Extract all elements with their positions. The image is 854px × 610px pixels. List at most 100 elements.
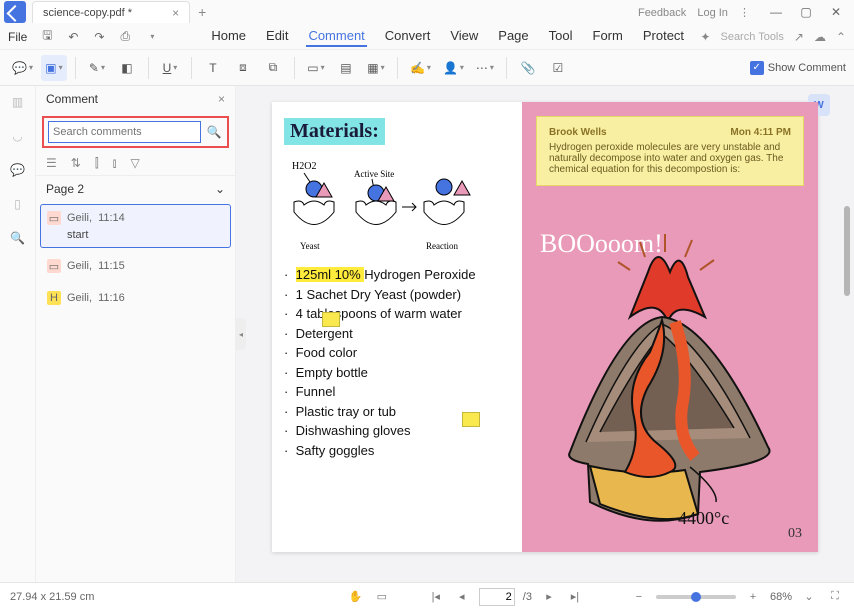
- note-tool[interactable]: 💬: [8, 55, 37, 81]
- last-page-button[interactable]: ▸|: [566, 588, 584, 606]
- thumbnail-icon[interactable]: ▥: [8, 92, 28, 112]
- tab-form[interactable]: Form: [591, 26, 625, 47]
- page-left: Materials: H2O2 Active Site: [272, 102, 522, 552]
- materials-heading: Materials:: [284, 118, 385, 145]
- page-total: /3: [523, 591, 532, 603]
- measure-tool[interactable]: ▦: [363, 55, 389, 81]
- page-dimensions: 27.94 x 21.59 cm: [10, 591, 94, 603]
- panel-close-icon[interactable]: ×: [218, 92, 225, 106]
- label-h2o2: H2O2: [292, 161, 316, 172]
- show-comment-checkbox[interactable]: ✓: [750, 61, 764, 75]
- expand-icon[interactable]: ⌃: [836, 30, 846, 44]
- login-link[interactable]: Log In: [697, 7, 728, 19]
- label-yeast: Yeast: [300, 241, 320, 251]
- share-icon[interactable]: ↗: [794, 30, 804, 44]
- sticky-note-icon[interactable]: [322, 312, 340, 327]
- zoom-slider[interactable]: [656, 595, 736, 599]
- callout-tool[interactable]: ⧉: [260, 55, 286, 81]
- sort-icon[interactable]: ⇅: [71, 156, 81, 171]
- zoom-dropdown[interactable]: ⌄: [800, 588, 818, 606]
- cloud-icon[interactable]: ☁: [814, 30, 826, 44]
- feedback-link[interactable]: Feedback: [638, 7, 686, 19]
- add-tab-button[interactable]: +: [190, 4, 214, 20]
- tab-page[interactable]: Page: [496, 26, 530, 47]
- checkmark-tool[interactable]: ☑: [545, 55, 571, 81]
- search-panel-icon[interactable]: 🔍: [8, 228, 28, 248]
- tab-home[interactable]: Home: [209, 26, 248, 47]
- show-comment-label: Show Comment: [768, 62, 846, 74]
- tab-protect[interactable]: Protect: [641, 26, 686, 47]
- list-settings-icon[interactable]: ☰: [46, 156, 57, 171]
- signature-tool[interactable]: ✍: [406, 55, 435, 81]
- select-tool-icon[interactable]: ▭: [373, 588, 391, 606]
- minimize-button[interactable]: —: [762, 2, 790, 22]
- eraser-tool[interactable]: ◧: [114, 55, 140, 81]
- sticky-note-icon-2[interactable]: [462, 412, 480, 427]
- underline-tool[interactable]: U: [157, 55, 183, 81]
- bookmark-icon[interactable]: ◡: [8, 126, 28, 146]
- stamp-tool-2[interactable]: 👤: [439, 55, 468, 81]
- textbox-tool[interactable]: ⧈: [230, 55, 256, 81]
- save-icon[interactable]: 🖫: [39, 29, 55, 45]
- scrollbar[interactable]: [844, 206, 850, 296]
- search-icon[interactable]: 🔍: [205, 123, 223, 141]
- search-tools[interactable]: Search Tools: [720, 31, 783, 43]
- search-input[interactable]: [48, 121, 201, 143]
- comment-item[interactable]: ▭Geili,11:14start: [40, 204, 231, 248]
- zoom-out-button[interactable]: −: [630, 588, 648, 606]
- note-body: Hydrogen peroxide molecules are very uns…: [549, 142, 791, 175]
- pencil-tool[interactable]: ✎: [84, 55, 110, 81]
- first-page-button[interactable]: |◂: [427, 588, 445, 606]
- filter2-icon[interactable]: ⫾: [113, 156, 117, 171]
- page-number: 03: [788, 526, 802, 542]
- tab-edit[interactable]: Edit: [264, 26, 290, 47]
- page-group-label[interactable]: Page 2: [46, 182, 84, 196]
- attachment-panel-icon[interactable]: ▯: [8, 194, 28, 214]
- attachment-tool[interactable]: 📎: [515, 55, 541, 81]
- tab-view[interactable]: View: [448, 26, 480, 47]
- comment-author: Geili,: [67, 260, 92, 272]
- tab-comment[interactable]: Comment: [306, 26, 366, 47]
- undo-icon[interactable]: ↶: [65, 29, 81, 45]
- stamp-tool[interactable]: ▤: [333, 55, 359, 81]
- fit-page-icon[interactable]: ⛶: [826, 588, 844, 606]
- tab-tool[interactable]: Tool: [547, 26, 575, 47]
- next-page-button[interactable]: ▸: [540, 588, 558, 606]
- collapse-panel-handle[interactable]: ◂: [236, 318, 246, 350]
- document-tab[interactable]: science-copy.pdf * ×: [32, 1, 190, 23]
- zoom-in-button[interactable]: +: [744, 588, 762, 606]
- text-tool[interactable]: T: [200, 55, 226, 81]
- hand-tool-icon[interactable]: ✋: [347, 588, 365, 606]
- page-input[interactable]: [479, 588, 515, 606]
- svg-text:4400°c: 4400°c: [678, 508, 729, 528]
- comment-item[interactable]: ▭Geili,11:15: [40, 252, 231, 280]
- diagram: H2O2 Active Site Yea: [284, 157, 510, 245]
- document-title: science-copy.pdf *: [43, 7, 132, 19]
- app-logo: [4, 1, 26, 23]
- quickaccess-dropdown[interactable]: [143, 29, 159, 45]
- shape-tool[interactable]: ▭: [303, 55, 329, 81]
- list-item: · 4 tablespoons of warm water: [284, 304, 510, 324]
- magic-icon[interactable]: ✦: [700, 30, 710, 44]
- print-icon[interactable]: ⎙: [117, 29, 133, 45]
- file-menu[interactable]: File: [8, 30, 27, 44]
- comment-panel-icon[interactable]: 💬: [8, 160, 28, 180]
- chevron-down-icon[interactable]: ⌄: [215, 182, 225, 196]
- close-window-button[interactable]: ✕: [822, 2, 850, 22]
- filter1-icon[interactable]: ⫿: [95, 156, 99, 171]
- comment-item[interactable]: HGeili,11:16: [40, 284, 231, 312]
- more-tool[interactable]: ⋯: [472, 55, 498, 81]
- tab-convert[interactable]: Convert: [383, 26, 433, 47]
- menu-tabs: Home Edit Comment Convert View Page Tool…: [209, 26, 686, 47]
- prev-page-button[interactable]: ◂: [453, 588, 471, 606]
- filter3-icon[interactable]: ▽: [131, 156, 140, 171]
- comment-time: 11:14: [98, 212, 125, 224]
- list-item: · 1 Sachet Dry Yeast (powder): [284, 285, 510, 305]
- highlight-area-tool[interactable]: ▣: [41, 55, 67, 81]
- comment-popup[interactable]: Brook Wells Mon 4:11 PM Hydrogen peroxid…: [536, 116, 804, 186]
- redo-icon[interactable]: ↷: [91, 29, 107, 45]
- close-tab-icon[interactable]: ×: [172, 6, 179, 20]
- note-time: Mon 4:11 PM: [730, 127, 791, 138]
- more-icon[interactable]: ⋮: [739, 7, 750, 19]
- maximize-button[interactable]: ▢: [792, 2, 820, 22]
